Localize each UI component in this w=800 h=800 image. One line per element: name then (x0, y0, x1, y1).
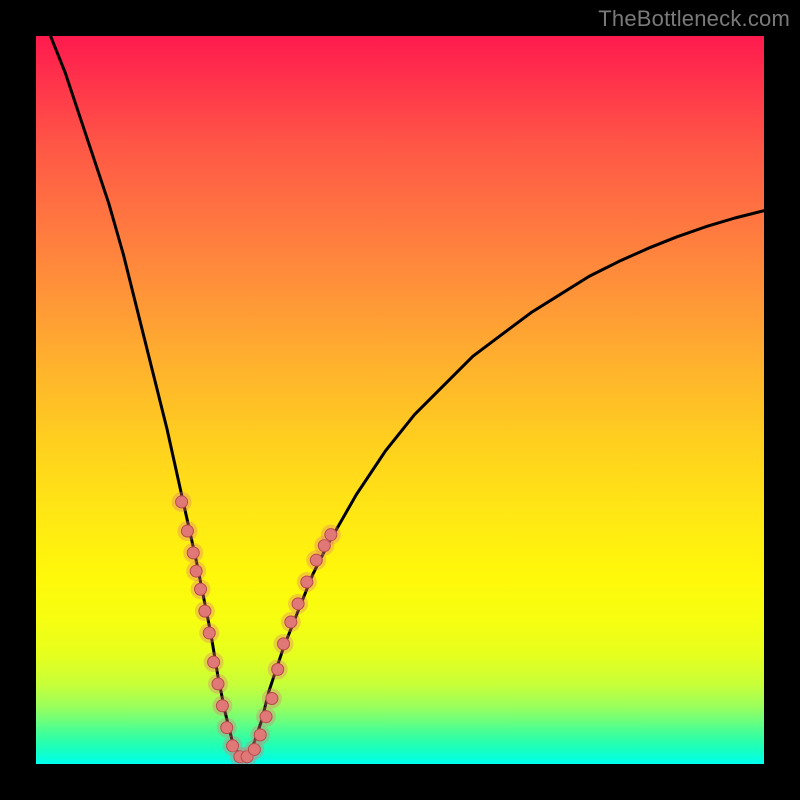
data-marker (292, 598, 304, 610)
data-marker (278, 638, 290, 650)
data-marker (203, 627, 215, 639)
data-marker (325, 529, 337, 541)
data-marker (248, 743, 260, 755)
curve-layer (51, 36, 764, 757)
marker-layer (172, 492, 341, 764)
plot-area (36, 36, 764, 764)
data-marker (176, 496, 188, 508)
data-marker (260, 711, 272, 723)
data-marker (310, 554, 322, 566)
data-marker (181, 525, 193, 537)
data-marker (208, 656, 220, 668)
data-marker (212, 678, 224, 690)
data-marker (221, 722, 233, 734)
data-marker (195, 583, 207, 595)
chart-stage: TheBottleneck.com (0, 0, 800, 800)
data-marker (285, 616, 297, 628)
data-marker (216, 700, 228, 712)
data-marker (272, 663, 284, 675)
data-marker (266, 692, 278, 704)
data-marker (301, 576, 313, 588)
data-marker (187, 547, 199, 559)
data-marker (190, 565, 202, 577)
watermark-text: TheBottleneck.com (598, 6, 790, 32)
chart-svg (36, 36, 764, 764)
data-marker (199, 605, 211, 617)
data-marker (254, 729, 266, 741)
bottleneck-curve (51, 36, 764, 757)
